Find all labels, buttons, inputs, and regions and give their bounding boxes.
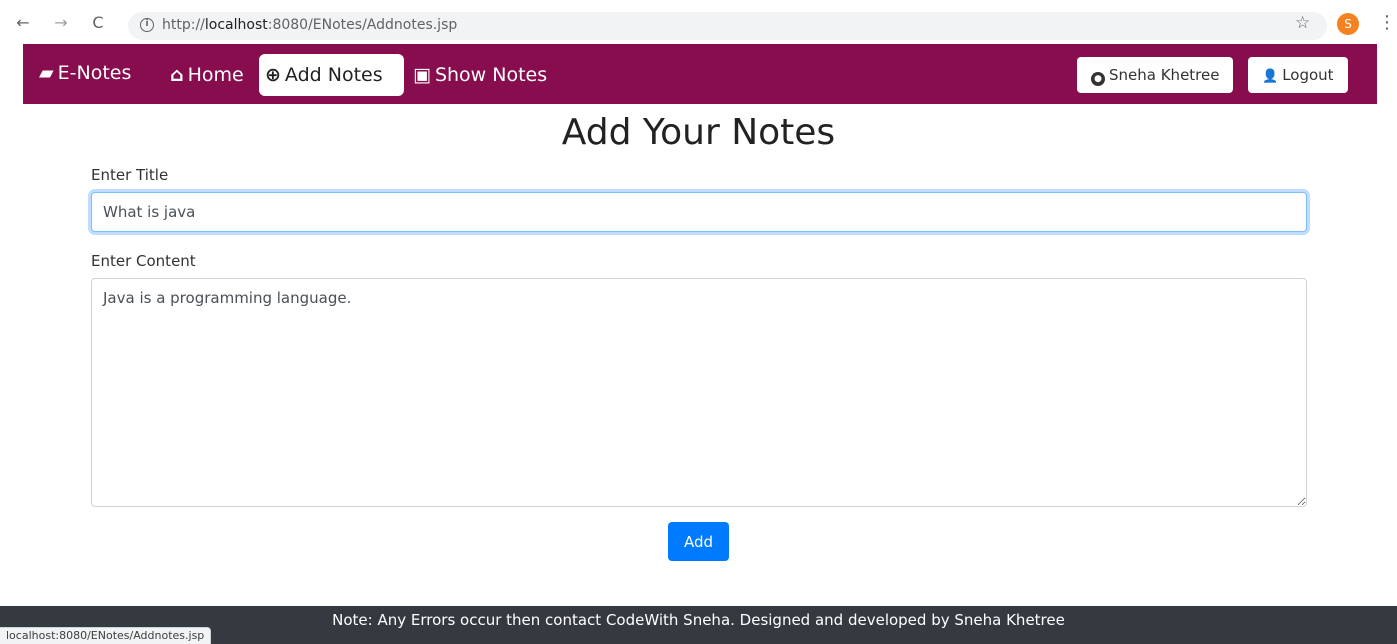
logout-label: Logout (1282, 66, 1334, 84)
user-button[interactable]: ● Sneha Khetree (1077, 57, 1234, 93)
bookmark-star-icon[interactable]: ☆ (1295, 13, 1310, 33)
address-bar[interactable]: i http://localhost:8080/ENotes/Addnotes.… (128, 12, 1327, 40)
content-textarea[interactable]: Java is a programming language. (91, 278, 1307, 507)
home-icon: ⌂ (170, 64, 184, 86)
title-label: Enter Title (91, 166, 169, 184)
status-bar-url: localhost:8080/ENotes/Addnotes.jsp (0, 627, 212, 644)
brand-link[interactable]: ▰ E-Notes (39, 62, 131, 84)
content-label: Enter Content (91, 252, 196, 270)
footer-text: Note: Any Errors occur then contact Code… (332, 611, 1065, 629)
browser-menu-icon[interactable]: ⋮ (1378, 12, 1396, 33)
user-name: Sneha Khetree (1109, 66, 1220, 84)
logout-button[interactable]: 👤 Logout (1248, 57, 1348, 93)
profile-avatar[interactable]: S (1337, 13, 1359, 35)
title-input[interactable] (91, 192, 1307, 232)
app-navbar: ▰ E-Notes ⌂ Home ⊕ Add Notes ▣ Show Notes ● S… (23, 44, 1377, 104)
page-title: Add Your Notes (561, 112, 836, 153)
brand-label: E-Notes (57, 62, 132, 84)
reload-icon[interactable]: C (89, 14, 107, 32)
plus-circle-icon: ⊕ (265, 64, 281, 86)
back-arrow-icon[interactable]: ← (14, 14, 32, 32)
nav-show-notes-label: Show Notes (434, 64, 548, 86)
browser-chrome: ← → C i http://localhost:8080/ENotes/Add… (0, 0, 1397, 44)
nav-home-link[interactable]: ⌂ Home (164, 54, 250, 96)
book-icon: ▰ (39, 62, 54, 84)
address-url: http://localhost:8080/ENotes/Addnotes.js… (162, 17, 458, 33)
info-icon[interactable]: i (140, 18, 154, 32)
nav-home-label: Home (187, 64, 244, 86)
nav-show-notes-link[interactable]: ▣ Show Notes (407, 54, 553, 96)
address-book-icon: ▣ (413, 64, 431, 86)
nav-add-notes-label: Add Notes (284, 64, 383, 86)
user-circle-icon: ● (1091, 72, 1105, 86)
user-plus-icon: 👤 (1262, 69, 1279, 84)
nav-add-notes-link[interactable]: ⊕ Add Notes (259, 54, 404, 96)
add-button[interactable]: Add (668, 522, 729, 561)
forward-arrow-icon[interactable]: → (52, 14, 70, 32)
